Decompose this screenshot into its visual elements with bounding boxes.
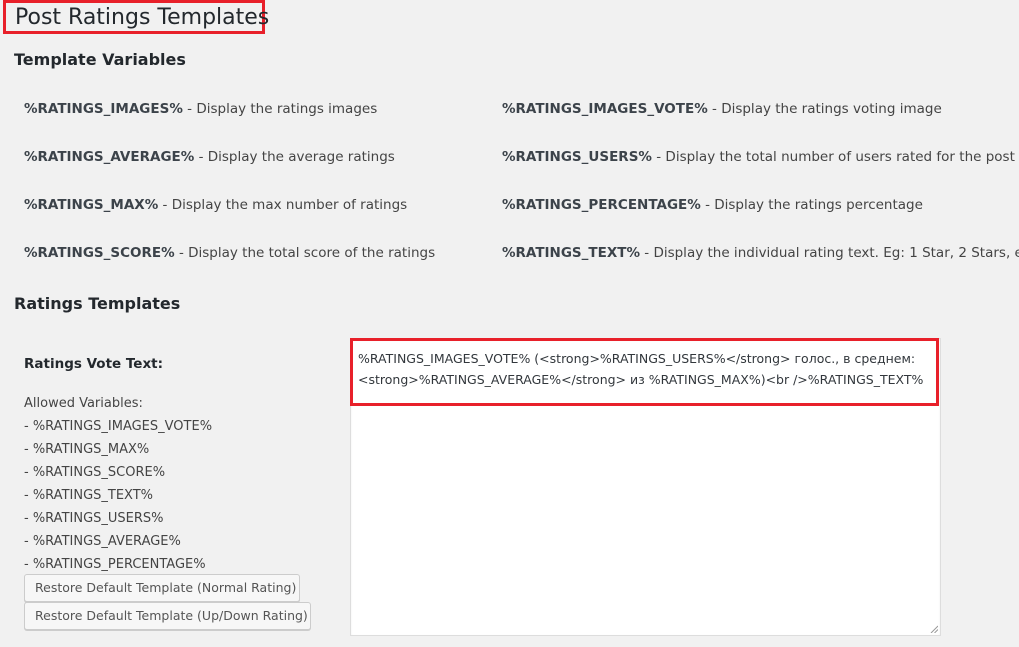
allowed-variable: - %RATINGS_USERS% <box>24 511 164 526</box>
allowed-variables-list: Allowed Variables: - %RATINGS_IMAGES_VOT… <box>24 392 212 576</box>
variable-ratings-images: %RATINGS_IMAGES% - Display the ratings i… <box>24 101 377 117</box>
allowed-variable: - %RATINGS_PERCENTAGE% <box>24 557 206 572</box>
variable-name: %RATINGS_AVERAGE% <box>24 149 195 165</box>
ratings-templates-heading: Ratings Templates <box>14 294 181 313</box>
variable-name: %RATINGS_IMAGES% <box>24 101 183 117</box>
variable-desc: - Display the ratings images <box>182 101 378 117</box>
variable-desc: - Display the ratings percentage <box>700 197 923 213</box>
vote-text-textarea-wrapper: %RATINGS_IMAGES_VOTE% (<strong>%RATINGS_… <box>350 338 941 636</box>
restore-default-updown-button[interactable]: Restore Default Template (Up/Down Rating… <box>24 602 311 630</box>
variable-desc: - Display the total score of the ratings <box>174 245 436 261</box>
variable-ratings-text: %RATINGS_TEXT% - Display the individual … <box>502 245 1019 261</box>
variable-name: %RATINGS_TEXT% <box>502 245 640 261</box>
variable-ratings-max: %RATINGS_MAX% - Display the max number o… <box>24 197 407 213</box>
variable-ratings-percentage: %RATINGS_PERCENTAGE% - Display the ratin… <box>502 197 923 213</box>
allowed-variable: - %RATINGS_SCORE% <box>24 465 166 480</box>
vote-text-template-textarea[interactable]: %RATINGS_IMAGES_VOTE% (<strong>%RATINGS_… <box>350 338 941 636</box>
variable-name: %RATINGS_IMAGES_VOTE% <box>502 101 708 117</box>
ratings-vote-text-label: Ratings Vote Text: <box>24 356 164 372</box>
variable-desc: - Display the average ratings <box>194 149 395 165</box>
variable-desc: - Display the total number of users rate… <box>651 149 1015 165</box>
variable-ratings-users: %RATINGS_USERS% - Display the total numb… <box>502 149 1015 165</box>
variable-desc: - Display the max number of ratings <box>158 197 408 213</box>
restore-default-normal-button[interactable]: Restore Default Template (Normal Rating) <box>24 574 300 602</box>
resize-grip-icon[interactable] <box>930 625 938 633</box>
allowed-variable: - %RATINGS_AVERAGE% <box>24 534 181 549</box>
allowed-variable: - %RATINGS_TEXT% <box>24 488 154 503</box>
variable-name: %RATINGS_USERS% <box>502 149 652 165</box>
variable-ratings-average: %RATINGS_AVERAGE% - Display the average … <box>24 149 395 165</box>
allowed-variable: - %RATINGS_MAX% <box>24 442 150 457</box>
variable-name: %RATINGS_SCORE% <box>24 245 175 261</box>
allowed-variable: - %RATINGS_IMAGES_VOTE% <box>24 419 213 434</box>
allowed-variables-label: Allowed Variables: <box>24 396 143 411</box>
variable-name: %RATINGS_PERCENTAGE% <box>502 197 701 213</box>
variable-name: %RATINGS_MAX% <box>24 197 159 213</box>
variable-ratings-images-vote: %RATINGS_IMAGES_VOTE% - Display the rati… <box>502 101 942 117</box>
variable-ratings-score: %RATINGS_SCORE% - Display the total scor… <box>24 245 435 261</box>
variable-desc: - Display the ratings voting image <box>707 101 942 117</box>
page-title: Post Ratings Templates <box>3 0 269 34</box>
variable-desc: - Display the individual rating text. Eg… <box>639 245 1019 261</box>
template-variables-heading: Template Variables <box>14 50 186 69</box>
